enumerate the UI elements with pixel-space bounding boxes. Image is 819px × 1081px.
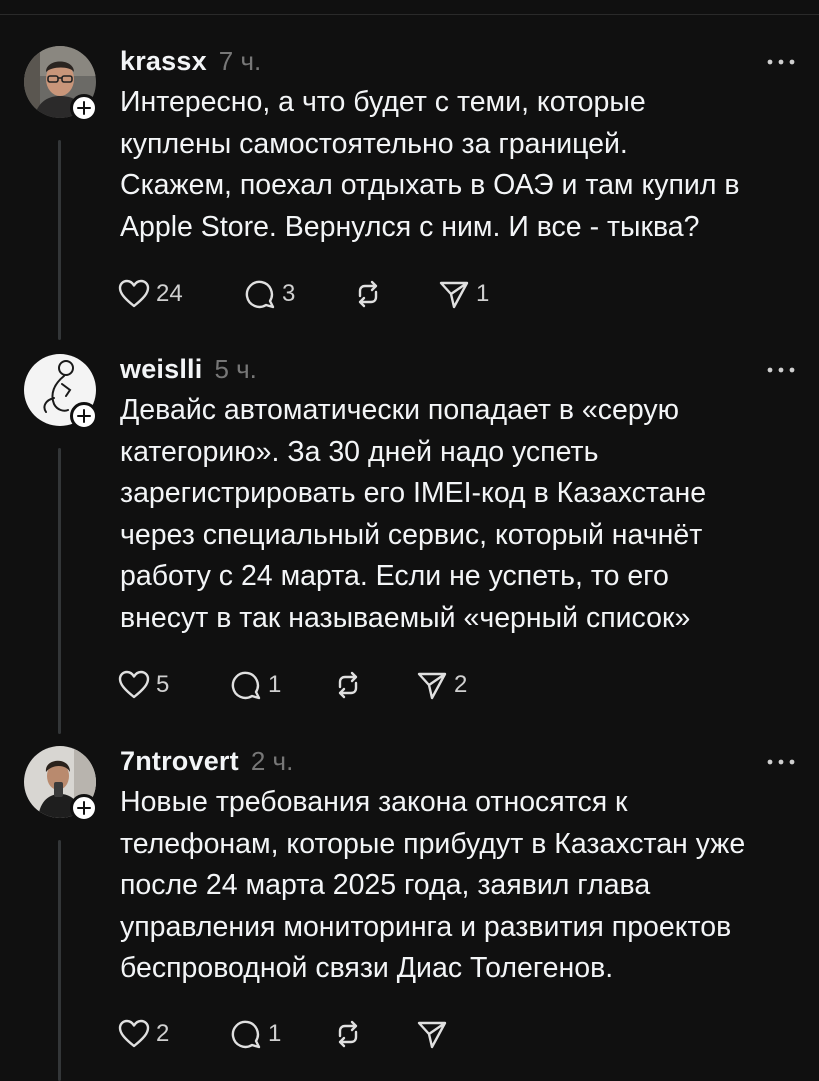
like-button[interactable]: 24 [118,276,183,312]
comment-icon [231,671,261,700]
share-button[interactable] [416,1016,454,1052]
post-text-line: через специальный сервис, который начнёт [120,518,703,551]
post-header: 7ntrovert 2 ч. [120,746,293,782]
reply-count: 3 [282,280,296,307]
share-count: 1 [476,280,490,307]
post-text-line: Apple Store. Вернулся с ним. И все - тык… [120,210,700,243]
username[interactable]: 7ntrovert [120,746,239,777]
top-divider [0,14,819,15]
post-text-line: после 24 марта 2025 года, заявил глава [120,869,651,901]
post-text-line: Интересно, а что будет с теми, которые [120,86,646,118]
follow-plus-icon[interactable] [70,94,98,122]
post-text-line: работу с 24 марта. Если не успеть, то ег… [120,560,669,592]
timestamp: 5 ч. [214,354,257,384]
like-count: 2 [156,1020,170,1047]
post-text: Интересно, а что будет с теми, которые к… [120,82,810,248]
repost-icon [358,280,378,308]
thread-line [58,140,61,340]
send-icon [439,281,469,309]
comment-icon [245,280,275,309]
repost-icon [338,671,358,699]
post-text-line: Девайс автоматически попадает в «серую [120,394,679,426]
post-header: krassx 7 ч. [120,46,261,82]
thread-line [58,448,61,734]
post-text-line: Скажем, поехал отдыхать в ОАЭ и там купи… [120,169,740,201]
timestamp: 7 ч. [218,46,262,76]
follow-plus-icon[interactable] [70,794,98,822]
post-text-line: внесут в так называемый «черный список» [120,601,691,634]
reply-button[interactable]: 1 [230,667,281,703]
heart-icon [118,1019,150,1048]
post-text: Новые требования закона относятся к теле… [120,782,810,990]
post-text-line: Новые требования закона относятся к [120,786,628,818]
username[interactable]: krassx [120,46,207,77]
more-options-icon[interactable] [764,364,798,376]
more-options-icon[interactable] [764,756,798,768]
like-count: 24 [156,280,183,307]
comment-icon [231,1020,261,1049]
thread-line [58,840,61,1081]
post-text-line: телефонам, которые прибудут в Казахстан … [120,827,746,860]
heart-icon [118,279,150,308]
follow-plus-icon[interactable] [70,402,98,430]
post-text-line: зарегистрировать его IMEI-код в Казахста… [120,477,707,509]
repost-button[interactable] [332,667,370,703]
send-icon [417,672,447,700]
reply-count: 1 [268,671,282,698]
more-options-icon[interactable] [764,56,798,68]
repost-button[interactable] [332,1016,370,1052]
username[interactable]: weislli [120,354,202,385]
post-text-line: куплены самостоятельно за границей. [120,127,628,160]
share-count: 2 [454,671,468,698]
post-header: weislli 5 ч. [120,354,257,390]
share-button[interactable]: 2 [416,667,467,703]
send-icon [417,1021,447,1049]
heart-icon [118,670,150,699]
like-button[interactable]: 2 [118,1016,169,1052]
reply-button[interactable]: 1 [230,1016,281,1052]
like-count: 5 [156,671,170,698]
reply-count: 1 [268,1020,282,1047]
post-text-line: управления мониторинга и развития проект… [120,910,732,943]
repost-icon [338,1020,358,1048]
reply-button[interactable]: 3 [244,276,295,312]
post-text: Девайс автоматически попадает в «серую к… [120,390,810,639]
post-text-line: категорию». За 30 дней надо успеть [120,435,599,468]
post-text-line: беспроводной связи Диас Толегенов. [120,952,614,984]
timestamp: 2 ч. [250,746,294,776]
share-button[interactable]: 1 [438,276,489,312]
repost-button[interactable] [352,276,390,312]
like-button[interactable]: 5 [118,667,169,703]
